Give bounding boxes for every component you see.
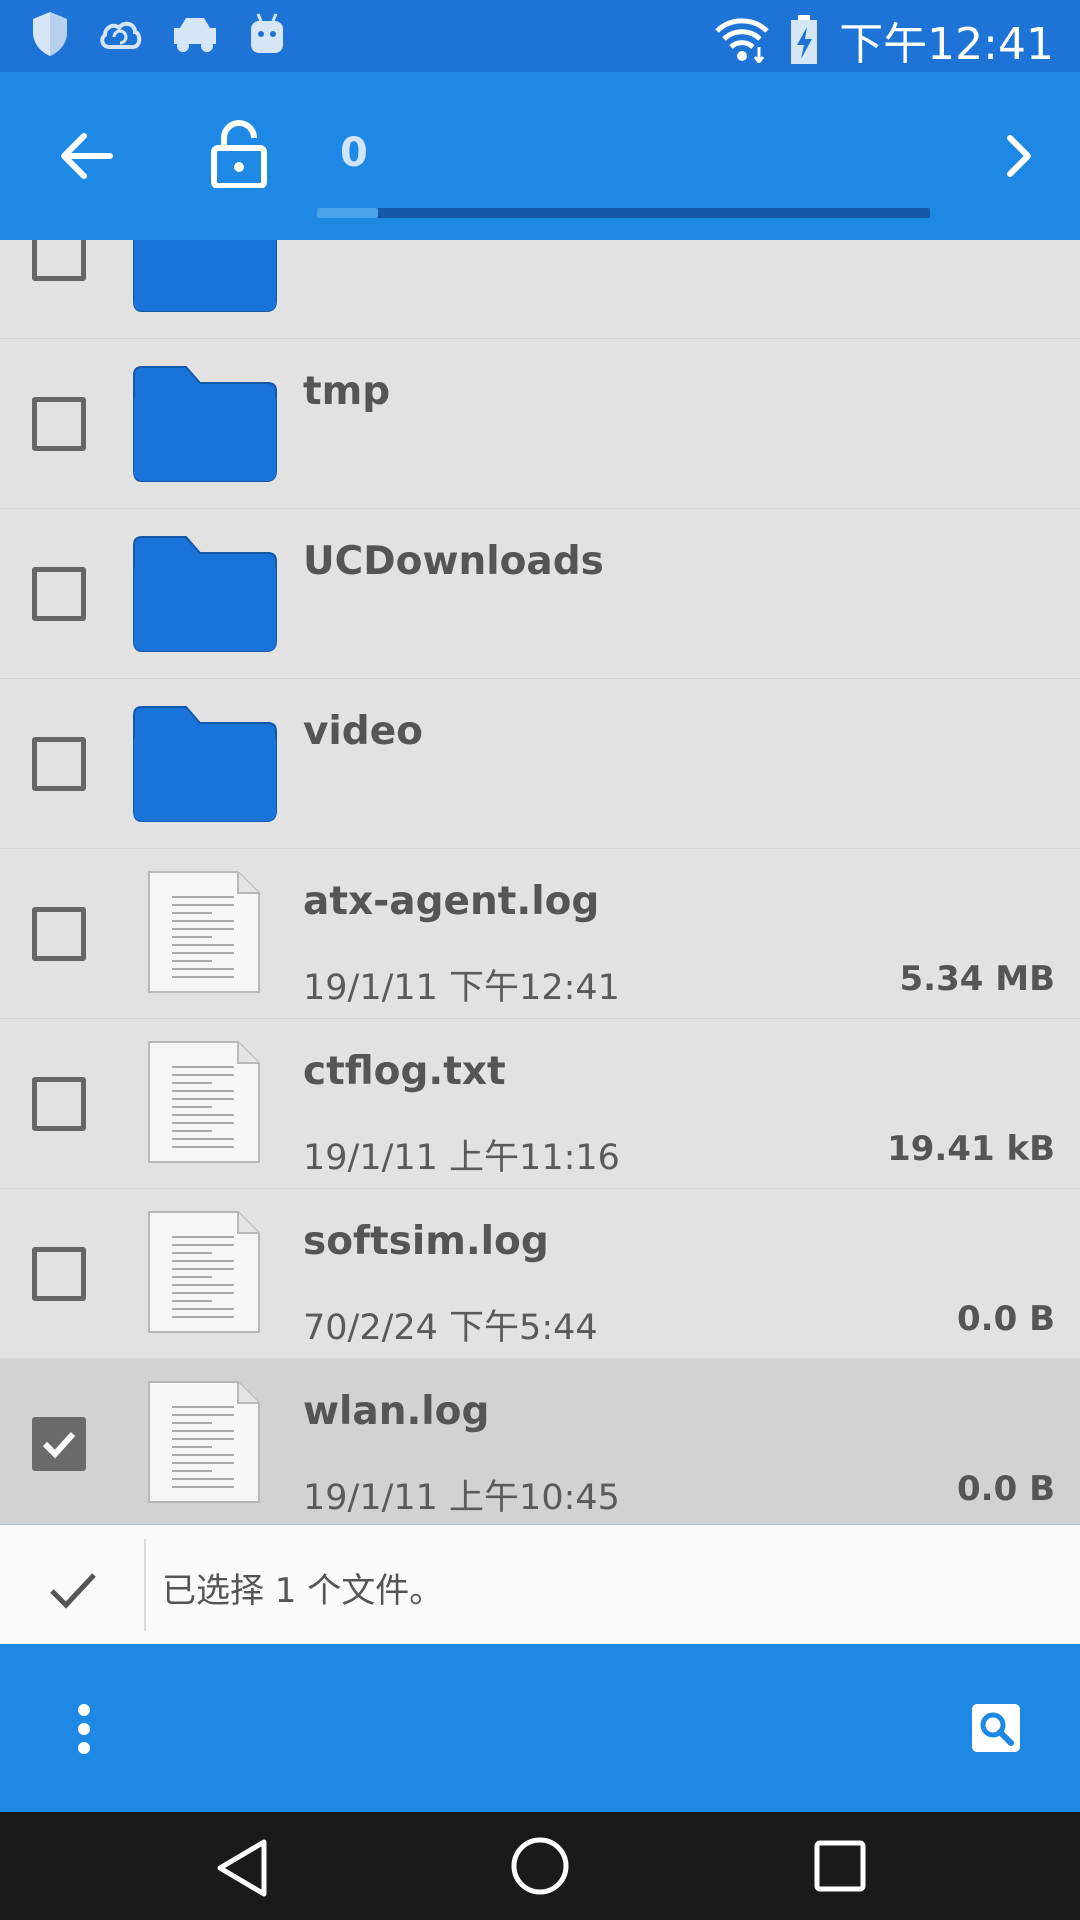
checkmark-icon bbox=[42, 1431, 76, 1459]
file-name: atx-agent.log bbox=[303, 879, 600, 924]
folder-icon bbox=[133, 536, 277, 652]
file-list[interactable]: tmp UCDownloads video atx-agent.log 19/1/11 … bbox=[0, 240, 1080, 1524]
document-icon bbox=[148, 1381, 260, 1503]
status-bar: 下午12:41 bbox=[0, 0, 1080, 72]
file-row[interactable]: softsim.log 70/2/24 下午5:44 0.0 B bbox=[0, 1189, 1080, 1359]
status-left-icons bbox=[30, 10, 286, 58]
status-time: 下午12:41 bbox=[839, 19, 1054, 70]
document-icon bbox=[148, 1041, 260, 1163]
search-button[interactable] bbox=[972, 1704, 1020, 1752]
row-checkbox[interactable] bbox=[32, 567, 86, 621]
file-name: tmp bbox=[303, 369, 391, 414]
file-row[interactable]: wlan.log 19/1/11 上午10:45 0.0 B bbox=[0, 1359, 1080, 1524]
file-row[interactable] bbox=[0, 240, 1080, 339]
file-row[interactable]: video bbox=[0, 679, 1080, 849]
wifi-icon bbox=[715, 18, 769, 63]
row-checkbox[interactable] bbox=[32, 397, 86, 451]
bottom-bar bbox=[0, 1644, 1080, 1812]
selection-status-text: 已选择 1 个文件。 bbox=[162, 1571, 444, 1611]
scroll-progress-bar bbox=[317, 208, 930, 218]
file-row[interactable]: atx-agent.log 19/1/11 下午12:41 5.34 MB bbox=[0, 849, 1080, 1019]
system-nav-bar bbox=[0, 1812, 1080, 1920]
file-name: video bbox=[303, 709, 423, 754]
file-size: 0.0 B bbox=[957, 1299, 1055, 1339]
file-size: 19.41 kB bbox=[887, 1129, 1055, 1169]
file-date: 70/2/24 下午5:44 bbox=[303, 1308, 598, 1348]
cloud-sync-icon bbox=[100, 21, 142, 49]
unlock-icon[interactable] bbox=[210, 120, 268, 188]
file-name: wlan.log bbox=[303, 1389, 490, 1434]
battery-charging-icon bbox=[791, 15, 818, 64]
scroll-progress-fill bbox=[317, 208, 379, 218]
file-row[interactable]: tmp bbox=[0, 339, 1080, 509]
more-vert-icon[interactable] bbox=[74, 1702, 94, 1756]
confirm-check-icon[interactable] bbox=[48, 1571, 98, 1611]
row-checkbox[interactable] bbox=[32, 240, 86, 281]
document-icon bbox=[148, 1211, 260, 1333]
document-icon bbox=[148, 871, 260, 993]
row-checkbox[interactable] bbox=[32, 907, 86, 961]
toolbar: 0 bbox=[0, 72, 1080, 240]
file-name: ctflog.txt bbox=[303, 1049, 506, 1094]
selection-bar: 已选择 1 个文件。 bbox=[0, 1524, 1080, 1644]
file-date: 19/1/11 下午12:41 bbox=[303, 968, 620, 1008]
folder-icon bbox=[133, 240, 277, 312]
row-checkbox[interactable] bbox=[32, 1077, 86, 1131]
file-name: softsim.log bbox=[303, 1219, 549, 1264]
divider bbox=[144, 1539, 146, 1631]
nav-home-icon[interactable] bbox=[510, 1836, 570, 1896]
car-icon bbox=[174, 18, 216, 52]
folder-icon bbox=[133, 366, 277, 482]
file-size: 0.0 B bbox=[957, 1469, 1055, 1509]
back-arrow-icon[interactable] bbox=[54, 124, 118, 188]
android-robot-icon bbox=[251, 13, 283, 53]
nav-recents-icon[interactable] bbox=[814, 1840, 866, 1892]
row-checkbox[interactable] bbox=[32, 1417, 86, 1471]
nav-back-icon[interactable] bbox=[214, 1838, 270, 1898]
search-icon bbox=[980, 1712, 1014, 1746]
status-right-icons: 下午12:41 bbox=[715, 8, 1054, 72]
file-row[interactable]: ctflog.txt 19/1/11 上午11:16 19.41 kB bbox=[0, 1019, 1080, 1189]
row-checkbox[interactable] bbox=[32, 737, 86, 791]
row-checkbox[interactable] bbox=[32, 1247, 86, 1301]
file-date: 19/1/11 上午11:16 bbox=[303, 1138, 620, 1178]
file-row[interactable]: UCDownloads bbox=[0, 509, 1080, 679]
selected-count: 0 bbox=[340, 130, 368, 176]
file-size: 5.34 MB bbox=[899, 959, 1055, 999]
shield-icon bbox=[33, 12, 67, 56]
file-name: UCDownloads bbox=[303, 539, 604, 584]
chevron-right-icon[interactable] bbox=[996, 130, 1040, 182]
file-date: 19/1/11 上午10:45 bbox=[303, 1478, 620, 1518]
folder-icon bbox=[133, 706, 277, 822]
